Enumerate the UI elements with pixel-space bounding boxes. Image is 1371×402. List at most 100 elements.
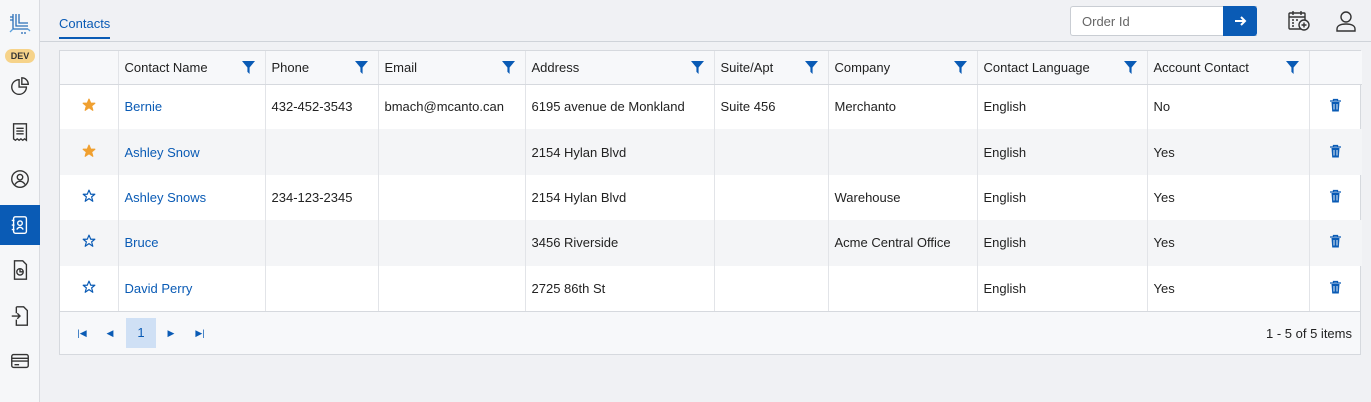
cell-phone: 234-123-2345	[265, 174, 379, 221]
pie-chart-icon	[11, 77, 29, 95]
cell-email	[378, 129, 526, 175]
star-outline-icon[interactable]	[82, 189, 96, 203]
cell-email	[378, 265, 526, 311]
nav-dashboard[interactable]	[0, 67, 40, 107]
cell-address: 2154 Hylan Blvd	[525, 174, 715, 221]
cell-account: Yes	[1147, 129, 1310, 175]
order-search-button[interactable]	[1223, 6, 1257, 36]
nav-import[interactable]	[0, 296, 40, 336]
filter-icon[interactable]	[953, 61, 967, 74]
table-row: Bernie 432-452-3543 bmach@mcanto.can 6195 a…	[60, 84, 1362, 130]
col-email[interactable]: Email	[378, 51, 526, 85]
contact-book-icon	[11, 216, 28, 234]
cell-address: 2154 Hylan Blvd	[525, 129, 715, 175]
filter-icon[interactable]	[804, 61, 818, 74]
cell-name[interactable]: Bernie	[118, 84, 266, 130]
filter-icon[interactable]	[1123, 61, 1137, 74]
cell-name[interactable]: David Perry	[118, 265, 266, 311]
col-header-label: Contact Name	[124, 59, 208, 75]
trash-icon[interactable]	[1329, 280, 1342, 294]
cell-address: 6195 avenue de Monkland	[525, 84, 715, 130]
cell-company: Acme Central Office	[828, 220, 978, 266]
credit-card-icon	[11, 353, 29, 369]
favorite-cell	[60, 265, 119, 311]
calendar-add-icon[interactable]	[1287, 9, 1311, 33]
nav-profile[interactable]	[0, 159, 40, 199]
cell-phone	[265, 220, 379, 266]
trash-icon[interactable]	[1329, 234, 1342, 248]
cell-name[interactable]: Ashley Snows	[118, 174, 266, 221]
cell-name[interactable]: Bruce	[118, 220, 266, 266]
col-phone[interactable]: Phone	[265, 51, 379, 85]
favorite-cell	[60, 129, 119, 175]
nav-reports[interactable]	[0, 250, 40, 290]
user-icon[interactable]	[1334, 9, 1358, 33]
col-contact-name[interactable]: Contact Name	[118, 51, 266, 85]
filter-icon[interactable]	[241, 61, 255, 74]
first-page-icon[interactable]: |◀	[76, 327, 88, 339]
col-language[interactable]: Contact Language	[977, 51, 1148, 85]
cell-company: Warehouse	[828, 174, 978, 221]
actions-cell	[1309, 175, 1362, 220]
filter-icon[interactable]	[690, 61, 704, 74]
table-row: Ashley Snows 234-123-2345 2154 Hylan Blvd W…	[60, 174, 1362, 221]
col-actions	[1309, 51, 1362, 85]
favorite-cell	[60, 84, 119, 130]
cell-language: English	[977, 129, 1148, 175]
filter-icon[interactable]	[1285, 61, 1299, 74]
col-header-label: Email	[384, 59, 418, 75]
trash-icon[interactable]	[1329, 98, 1342, 112]
cell-suite: Suite 456	[714, 84, 829, 130]
col-account-contact[interactable]: Account Contact	[1147, 51, 1310, 85]
col-company[interactable]: Company	[828, 51, 978, 85]
trash-icon[interactable]	[1329, 189, 1342, 203]
cell-account: Yes	[1147, 174, 1310, 221]
cell-suite	[714, 174, 829, 221]
star-filled-icon[interactable]	[82, 144, 96, 158]
contacts-body: Bernie 432-452-3543 bmach@mcanto.can 6195 a…	[60, 84, 1362, 311]
nav-billing[interactable]	[0, 341, 40, 381]
next-page-icon[interactable]: ▶	[165, 327, 177, 339]
contacts-grid: Contact Name Phone Email Address Suite/A…	[59, 50, 1362, 355]
pager-summary: 1 - 5 of 5 items	[1266, 326, 1352, 341]
cell-account: Yes	[1147, 265, 1310, 311]
cell-suite	[714, 220, 829, 266]
cell-address: 2725 86th St	[525, 265, 715, 311]
contacts-table: Contact Name Phone Email Address Suite/A…	[60, 51, 1362, 311]
cell-account: Yes	[1147, 220, 1310, 266]
col-suite[interactable]: Suite/Apt	[714, 51, 829, 85]
trash-icon[interactable]	[1329, 144, 1342, 158]
col-header-label: Suite/Apt	[720, 59, 774, 75]
tab-contacts[interactable]: Contacts	[59, 16, 111, 39]
cell-suite	[714, 265, 829, 311]
nav-contacts[interactable]	[0, 205, 40, 245]
cell-company	[828, 265, 978, 311]
col-header-label: Company	[834, 59, 891, 75]
cell-phone	[265, 265, 379, 311]
cell-language: English	[977, 84, 1148, 130]
cell-language: English	[977, 174, 1148, 221]
actions-cell	[1309, 220, 1362, 266]
favorite-cell	[60, 174, 119, 221]
cell-account: No	[1147, 84, 1310, 130]
favorite-cell	[60, 220, 119, 266]
prev-page-icon[interactable]: ◀	[104, 327, 116, 339]
col-favorite	[60, 51, 119, 85]
last-page-icon[interactable]: ▶|	[194, 327, 206, 339]
document-chart-icon	[13, 260, 28, 280]
user-circle-icon	[11, 170, 29, 188]
star-outline-icon[interactable]	[82, 234, 96, 248]
cell-address: 3456 Riverside	[525, 220, 715, 266]
filter-icon[interactable]	[354, 61, 368, 74]
star-outline-icon[interactable]	[82, 280, 96, 294]
cell-phone: 432-452-3543	[265, 84, 379, 130]
cell-name[interactable]: Ashley Snow	[118, 129, 266, 175]
table-row: Bruce 3456 Riverside Acme Central Office En…	[60, 220, 1362, 266]
filter-icon[interactable]	[501, 61, 515, 74]
actions-cell	[1309, 129, 1362, 175]
nav-orders[interactable]	[0, 112, 40, 152]
col-address[interactable]: Address	[525, 51, 715, 85]
logo-icon[interactable]	[8, 12, 32, 36]
page-number[interactable]: 1	[126, 318, 156, 348]
star-filled-icon[interactable]	[82, 98, 96, 112]
